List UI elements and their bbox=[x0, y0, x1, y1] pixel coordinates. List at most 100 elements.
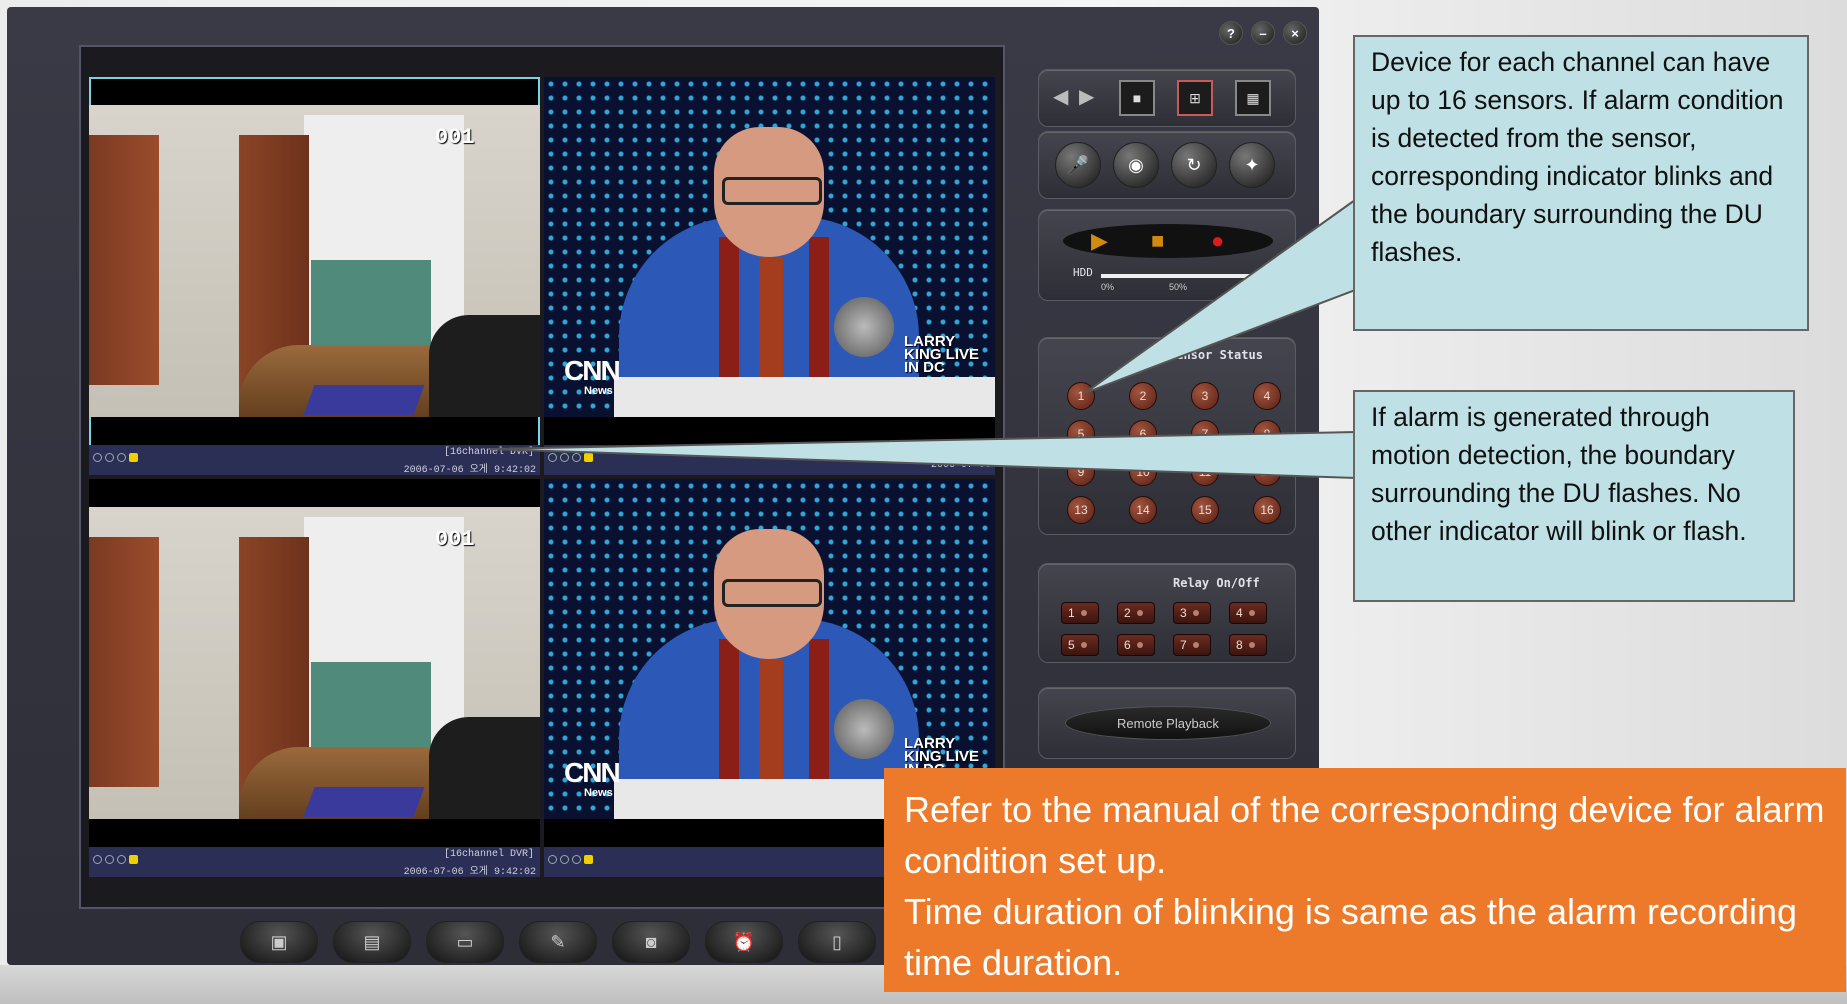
sensor-indicator-8: 8 bbox=[1253, 420, 1281, 448]
view-layout-group: ◀ ▶ ■ ⊞ ▦ bbox=[1038, 69, 1296, 127]
relay-button-5[interactable]: 5 bbox=[1061, 634, 1099, 656]
sensor-status-group: Sensor Status 1 2 3 4 5 6 7 8 9 10 11 12 13 14 15 16 bbox=[1038, 337, 1296, 535]
dvr-name: [16channel DVR] bbox=[443, 849, 534, 860]
relay-button-8[interactable]: 8 bbox=[1229, 634, 1267, 656]
status-icons bbox=[93, 855, 138, 864]
relay-button-4[interactable]: 4 bbox=[1229, 602, 1267, 624]
relay-led-icon bbox=[1136, 610, 1143, 616]
show-title: LARRY KING LIVE IN DC bbox=[904, 333, 980, 376]
cnn-sub: News bbox=[584, 787, 613, 799]
sensor-indicator-5: 5 bbox=[1067, 420, 1095, 448]
sensor-indicator-4: 4 bbox=[1253, 382, 1281, 410]
remote-playback-button[interactable]: Remote Playback bbox=[1065, 706, 1271, 740]
status-icons bbox=[548, 855, 593, 864]
sensor-callout: Device for each channel can have up to 1… bbox=[1353, 35, 1809, 331]
hdd-tick: 0% bbox=[1101, 282, 1115, 292]
video-icon[interactable]: ◙ bbox=[612, 921, 690, 963]
key-icon bbox=[584, 855, 593, 864]
relay-button-2[interactable]: 2 bbox=[1117, 602, 1155, 624]
remote-playback-group: Remote Playback bbox=[1038, 687, 1296, 759]
stop-icon[interactable]: ■ bbox=[1151, 228, 1164, 254]
folder-icon[interactable]: ▭ bbox=[426, 921, 504, 963]
relay-title: Relay On/Off bbox=[1173, 576, 1260, 590]
sensor-indicator-12: 12 bbox=[1253, 458, 1281, 486]
relay-label: 6 bbox=[1124, 638, 1131, 652]
relay-led-icon bbox=[1192, 642, 1199, 648]
settings-icon[interactable]: ▯ bbox=[798, 921, 876, 963]
camera-grid: 001 [16channel DVR] 2006-07-06 오게 9:42:0… bbox=[89, 77, 995, 897]
relay-label: 2 bbox=[1124, 606, 1131, 620]
cnn-logo: CNN bbox=[564, 355, 621, 386]
next-arrow-icon[interactable]: ▶ bbox=[1079, 84, 1094, 109]
relay-label: 7 bbox=[1180, 638, 1187, 652]
capture-icon[interactable]: ▣ bbox=[240, 921, 318, 963]
bottom-toolbar: ▣ ▤ ▭ ✎ ◙ ⏰ ▯ bbox=[240, 921, 876, 963]
sensor-indicator-13: 13 bbox=[1067, 496, 1095, 524]
key-icon bbox=[129, 855, 138, 864]
relay-label: 8 bbox=[1236, 638, 1243, 652]
relay-led-icon bbox=[1080, 610, 1087, 616]
record-icon[interactable]: ● bbox=[1211, 228, 1224, 254]
minimize-button[interactable]: – bbox=[1251, 21, 1275, 45]
status-icons bbox=[93, 453, 138, 462]
note-line-1: Refer to the manual of the corresponding… bbox=[904, 789, 1825, 881]
relay-label: 3 bbox=[1180, 606, 1187, 620]
camera-status-bar: [16channel DVR] 2006-07-06 오게 9:42:02 bbox=[89, 847, 540, 877]
relay-button-6[interactable]: 6 bbox=[1117, 634, 1155, 656]
window-controls: ? – × bbox=[1219, 21, 1307, 45]
sensor-indicator-9: 9 bbox=[1067, 458, 1095, 486]
close-button[interactable]: × bbox=[1283, 21, 1307, 45]
camera-status-bar: [16channel DVR] 2006-07-06 오게 9:42:02 bbox=[89, 445, 540, 475]
timestamp: 2006-07-06 bbox=[930, 460, 991, 471]
camera-feed-news: CNN News LARRY KING LIVE IN DC bbox=[544, 77, 995, 417]
camera-status-bar: 2006-07-06 bbox=[544, 445, 995, 475]
camera-feed-office: 001 bbox=[89, 507, 540, 819]
sensor-indicator-11: 11 bbox=[1191, 458, 1219, 486]
relay-button-1[interactable]: 1 bbox=[1061, 602, 1099, 624]
mic-icon[interactable]: 🎤 bbox=[1055, 142, 1101, 188]
info-note: Refer to the manual of the corresponding… bbox=[884, 768, 1846, 992]
save-icon[interactable]: ▤ bbox=[333, 921, 411, 963]
sensor-indicator-16: 16 bbox=[1253, 496, 1281, 524]
sensor-indicator-6: 6 bbox=[1129, 420, 1157, 448]
timestamp: 2006-07-06 오게 9:42:02 bbox=[403, 867, 536, 877]
camera-view-3[interactable]: 001 [16channel DVR] 2006-07-06 오게 9:42:0… bbox=[89, 479, 540, 877]
camera-view-2[interactable]: CNN News LARRY KING LIVE IN DC 2006-07-0… bbox=[544, 77, 995, 475]
playback-group: ▶ ■ ● HDD 0% 50% bbox=[1038, 209, 1296, 301]
grid-view-button[interactable]: ▦ bbox=[1235, 80, 1271, 116]
single-view-button[interactable]: ■ bbox=[1119, 80, 1155, 116]
sensor-indicator-3: 3 bbox=[1191, 382, 1219, 410]
relay-led-icon bbox=[1136, 642, 1143, 648]
relay-led-icon bbox=[1192, 610, 1199, 616]
note-line-2: Time duration of blinking is same as the… bbox=[904, 891, 1798, 983]
magic-icon[interactable]: ✦ bbox=[1229, 142, 1275, 188]
video-display-area: 001 [16channel DVR] 2006-07-06 오게 9:42:0… bbox=[79, 45, 1005, 909]
sensor-indicator-10: 10 bbox=[1129, 458, 1157, 486]
camera-overlay-id: 001 bbox=[435, 125, 475, 150]
cnn-sub: News bbox=[584, 385, 613, 397]
play-icon[interactable]: ▶ bbox=[1091, 228, 1108, 254]
sensor-indicator-2: 2 bbox=[1129, 382, 1157, 410]
relay-led-icon bbox=[1248, 610, 1255, 616]
status-icons bbox=[548, 453, 593, 462]
prev-arrow-icon[interactable]: ◀ bbox=[1053, 84, 1068, 109]
alarm-icon[interactable]: ⏰ bbox=[705, 921, 783, 963]
relay-button-3[interactable]: 3 bbox=[1173, 602, 1211, 624]
sensor-indicator-15: 15 bbox=[1191, 496, 1219, 524]
motion-callout: If alarm is generated through motion det… bbox=[1353, 390, 1795, 602]
relay-label: 4 bbox=[1236, 606, 1243, 620]
camera-icon[interactable]: ◉ bbox=[1113, 142, 1159, 188]
relay-led-icon bbox=[1080, 642, 1087, 648]
camera-overlay-id: 001 bbox=[435, 527, 475, 552]
quad-view-button[interactable]: ⊞ bbox=[1177, 80, 1213, 116]
refresh-icon[interactable]: ↻ bbox=[1171, 142, 1217, 188]
camera-feed-office: 001 bbox=[89, 105, 540, 417]
relay-label: 5 bbox=[1068, 638, 1075, 652]
help-button[interactable]: ? bbox=[1219, 21, 1243, 45]
edit-icon[interactable]: ✎ bbox=[519, 921, 597, 963]
tools-group: 🎤 ◉ ↻ ✦ bbox=[1038, 131, 1296, 199]
relay-button-7[interactable]: 7 bbox=[1173, 634, 1211, 656]
camera-view-1[interactable]: 001 [16channel DVR] 2006-07-06 오게 9:42:0… bbox=[89, 77, 540, 475]
key-icon bbox=[584, 453, 593, 462]
hdd-tick: 50% bbox=[1169, 282, 1188, 292]
